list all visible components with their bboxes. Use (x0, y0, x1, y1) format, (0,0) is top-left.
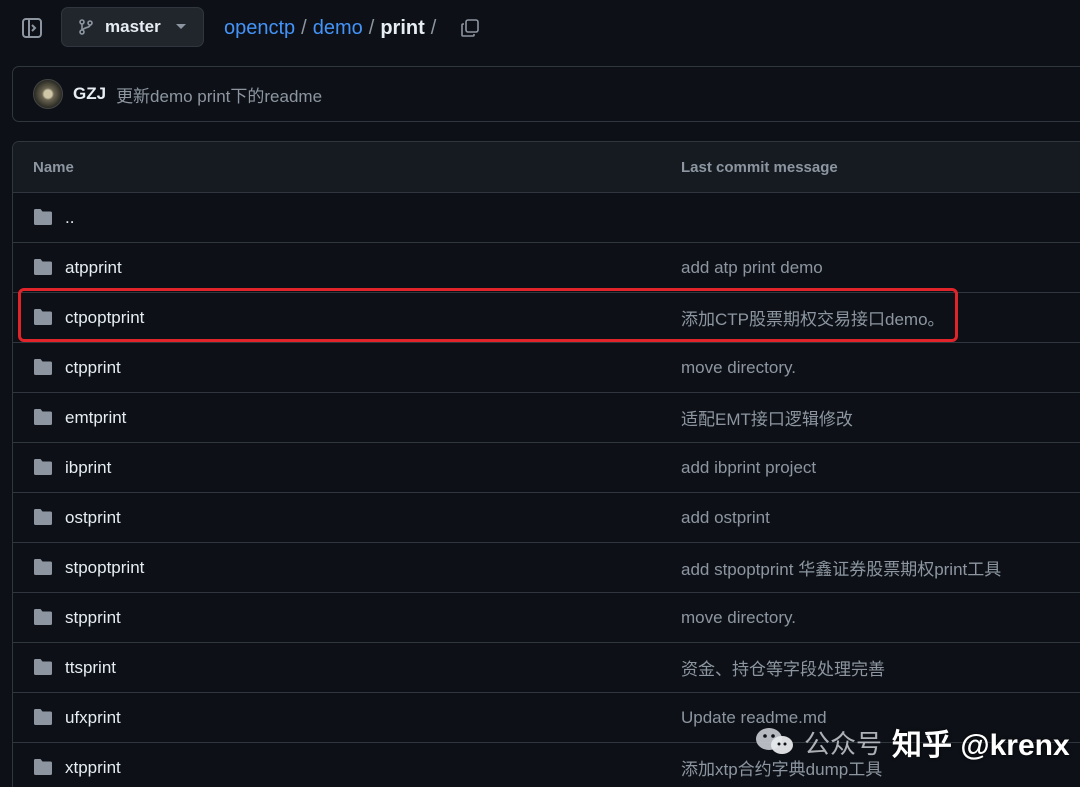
column-header-name: Name (33, 158, 74, 176)
file-name-link[interactable]: ostprint (65, 508, 121, 528)
breadcrumb-repo-link[interactable]: openctp (224, 17, 295, 40)
table-row[interactable]: atpprint add atp print demo (13, 243, 1080, 293)
commit-message-link[interactable]: add atp print demo (681, 258, 823, 278)
table-row[interactable]: emtprint 适配EMT接口逻辑修改 (13, 393, 1080, 443)
breadcrumb-current: print (380, 16, 425, 39)
table-row[interactable]: ttsprint 资金、持仓等字段处理完善 (13, 643, 1080, 693)
branch-name: master (105, 17, 161, 36)
breadcrumb-demo-link[interactable]: demo (313, 17, 363, 40)
commit-message[interactable]: 更新demo print下的readme (116, 82, 322, 107)
table-row[interactable]: ostprint add ostprint (13, 493, 1080, 543)
caret-down-icon (175, 23, 187, 31)
file-name-link[interactable]: ctpoptprint (65, 308, 144, 328)
folder-icon (34, 209, 52, 225)
file-name-link[interactable]: xtpprint (65, 758, 121, 778)
branch-selector-button[interactable]: master (61, 7, 204, 47)
commit-message-link[interactable]: Update readme.md (681, 708, 827, 728)
folder-icon (34, 759, 52, 775)
commit-message-link[interactable]: 添加xtp合约字典dump工具 (681, 755, 882, 780)
commit-message-link[interactable]: add stpoptprint 华鑫证券股票期权print工具 (681, 555, 1001, 580)
file-name-link[interactable]: ufxprint (65, 708, 121, 728)
breadcrumb-separator: / (430, 16, 437, 39)
latest-commit-box: GZJ 更新demo print下的readme (12, 66, 1080, 122)
commit-message-link[interactable]: add ostprint (681, 508, 770, 528)
file-name-link[interactable]: atpprint (65, 258, 122, 278)
folder-icon (34, 309, 52, 325)
commit-message-link[interactable]: 添加CTP股票期权交易接口demo。 (681, 305, 945, 330)
table-row[interactable]: ufxprint Update readme.md (13, 693, 1080, 743)
breadcrumb: openctp / demo / print / (224, 14, 442, 42)
table-row[interactable]: ctpprint move directory. (13, 343, 1080, 393)
file-name-link[interactable]: ibprint (65, 458, 111, 478)
folder-icon (34, 409, 52, 425)
commit-message-link[interactable]: 资金、持仓等字段处理完善 (681, 655, 885, 680)
table-row[interactable]: ibprint add ibprint project (13, 443, 1080, 493)
file-table: Name Last commit message .. atpprint add a… (12, 141, 1080, 787)
table-header: Name Last commit message (13, 142, 1080, 193)
table-row[interactable]: stpprint move directory. (13, 593, 1080, 643)
commit-author[interactable]: GZJ (73, 84, 106, 104)
folder-icon (34, 709, 52, 725)
sidebar-toggle-icon[interactable] (18, 14, 46, 42)
commit-message-link[interactable]: 适配EMT接口逻辑修改 (681, 405, 853, 430)
breadcrumb-separator: / (301, 16, 307, 39)
breadcrumb-separator: / (368, 16, 375, 39)
folder-icon (34, 509, 52, 525)
file-name-link[interactable]: stpoptprint (65, 558, 144, 578)
folder-icon (34, 259, 52, 275)
file-name-link[interactable]: ctpprint (65, 358, 121, 378)
repo-directory-page: master openctp / demo / print / GZJ 更新de… (0, 0, 1080, 787)
file-name-link[interactable]: stpprint (65, 608, 121, 628)
avatar[interactable] (33, 79, 63, 109)
table-row[interactable]: xtpprint 添加xtp合约字典dump工具 (13, 743, 1080, 787)
folder-icon (34, 609, 52, 625)
commit-message-link[interactable]: move directory. (681, 608, 796, 628)
file-name-link[interactable]: ttsprint (65, 658, 116, 678)
folder-icon (34, 559, 52, 575)
commit-message-link[interactable]: move directory. (681, 358, 796, 378)
file-name-link[interactable]: emtprint (65, 408, 126, 428)
folder-icon (34, 459, 52, 475)
top-bar: master openctp / demo / print / (0, 0, 1080, 56)
copy-path-icon[interactable] (458, 16, 482, 40)
table-row[interactable]: .. (13, 193, 1080, 243)
table-row[interactable]: ctpoptprint 添加CTP股票期权交易接口demo。 (13, 293, 1080, 343)
folder-icon (34, 359, 52, 375)
table-row[interactable]: stpoptprint add stpoptprint 华鑫证券股票期权print… (13, 543, 1080, 593)
git-branch-icon (78, 19, 94, 35)
file-name-link[interactable]: .. (65, 208, 74, 228)
folder-icon (34, 659, 52, 675)
commit-message-link[interactable]: add ibprint project (681, 458, 816, 478)
column-header-message: Last commit message (681, 158, 838, 176)
